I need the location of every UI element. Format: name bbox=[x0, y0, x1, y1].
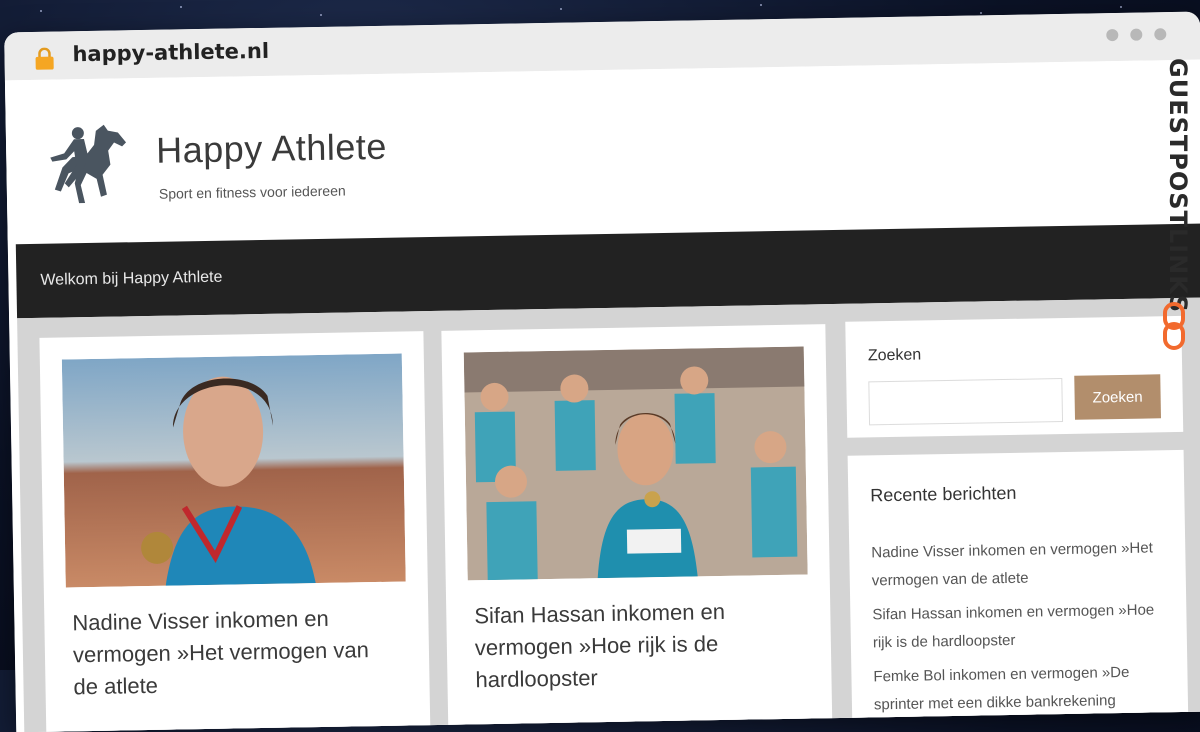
nav-item-welkom[interactable]: Welkom bij Happy Athlete bbox=[40, 269, 222, 290]
search-button[interactable]: Zoeken bbox=[1074, 374, 1162, 420]
post-card[interactable]: Nadine Visser inkomen en vermogen »Het v… bbox=[39, 331, 431, 732]
search-widget: Zoeken Zoeken bbox=[845, 315, 1184, 438]
chain-link-icon bbox=[1163, 302, 1185, 350]
recent-posts-title: Recente berichten bbox=[870, 482, 1017, 506]
post-title[interactable]: Sifan Hassan inkomen en vermogen »Hoe ri… bbox=[474, 595, 796, 697]
recent-post-link[interactable]: Femke Bol inkomen en vermogen »De sprint… bbox=[873, 658, 1174, 719]
post-title[interactable]: Nadine Visser inkomen en vermogen »Het v… bbox=[72, 602, 394, 704]
lock-icon bbox=[35, 47, 54, 70]
recent-posts-widget: Recente berichten Nadine Visser inkomen … bbox=[847, 449, 1189, 732]
website: Happy Athlete Sport en fitness voor iede… bbox=[4, 59, 1200, 732]
site-tagline: Sport en fitness voor iedereen bbox=[158, 182, 346, 202]
recent-posts-list: Nadine Visser inkomen en vermogen »Het v… bbox=[871, 534, 1174, 725]
recent-post-link[interactable]: Nadine Visser inkomen en vermogen »Het v… bbox=[871, 534, 1172, 595]
search-label: Zoeken bbox=[867, 346, 922, 365]
site-header: Happy Athlete Sport en fitness voor iede… bbox=[4, 59, 1200, 241]
site-title[interactable]: Happy Athlete bbox=[156, 126, 387, 172]
address-url[interactable]: happy-athlete.nl bbox=[72, 39, 269, 66]
post-card[interactable]: Sifan Hassan inkomen en vermogen »Hoe ri… bbox=[441, 324, 833, 732]
browser-window: happy-athlete.nl Happy Athlete Sport en … bbox=[4, 11, 1200, 732]
window-dot-2[interactable] bbox=[1130, 28, 1143, 41]
window-dot-3[interactable] bbox=[1154, 28, 1167, 41]
window-dot-1[interactable] bbox=[1106, 28, 1119, 42]
post-image-runners[interactable] bbox=[463, 346, 808, 581]
search-input[interactable] bbox=[868, 378, 1064, 426]
window-controls bbox=[1106, 28, 1167, 42]
post-image-athlete-medal[interactable] bbox=[61, 353, 406, 588]
recent-post-link[interactable]: Sifan Hassan inkomen en vermogen »Hoe ri… bbox=[872, 596, 1173, 657]
athlete-horse-logo-icon[interactable] bbox=[38, 120, 140, 216]
